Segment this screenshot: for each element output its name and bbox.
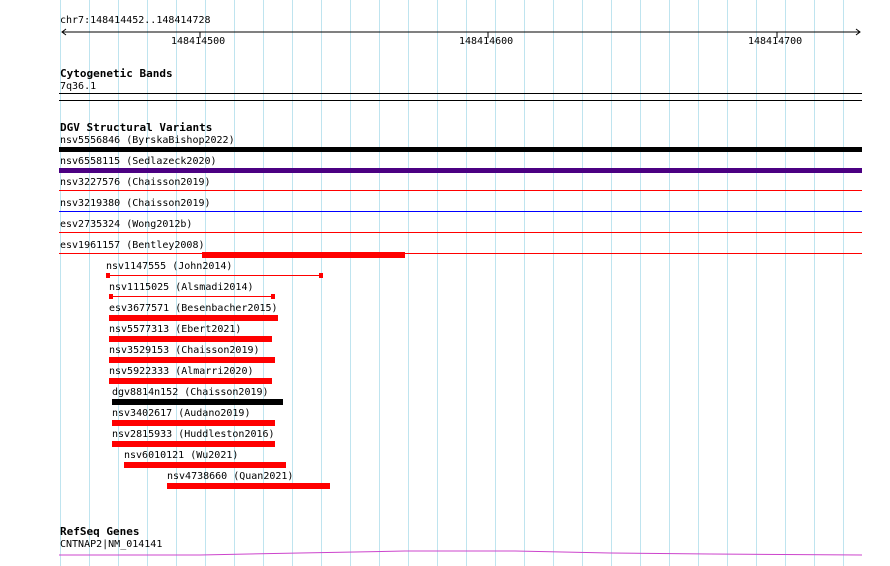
variant-endcap [271, 294, 275, 299]
variant-bar[interactable] [202, 252, 405, 258]
variant-label[interactable]: esv1961157 (Bentley2008) [60, 240, 205, 251]
variant-bar[interactable] [59, 190, 862, 191]
track-divider [59, 100, 862, 101]
variant-label[interactable]: nsv3529153 (Chaisson2019) [109, 345, 260, 356]
variant-label[interactable]: dgv8814n152 (Chaisson2019) [112, 387, 269, 398]
variant-bar[interactable] [167, 483, 330, 489]
ruler-tick-label: 148414500 [171, 36, 226, 47]
refseq-track-title[interactable]: RefSeq Genes [60, 526, 139, 537]
variant-label[interactable]: nsv5556846 (ByrskaBishop2022) [60, 135, 235, 146]
variant-label[interactable]: nsv2815933 (Huddleston2016) [112, 429, 275, 440]
variant-endcap [106, 273, 110, 278]
variant-label[interactable]: nsv6010121 (Wu2021) [124, 450, 238, 461]
cytoband-bar[interactable] [59, 93, 862, 94]
variant-label[interactable]: nsv3219380 (Chaisson2019) [60, 198, 211, 209]
variant-label[interactable]: nsv1147555 (John2014) [106, 261, 232, 272]
variant-bar[interactable] [109, 315, 278, 321]
ruler-tick-label: 148414600 [459, 36, 514, 47]
variant-label[interactable]: nsv5577313 (Ebert2021) [109, 324, 241, 335]
locus-label: chr7:148414452..148414728 [60, 15, 211, 26]
variant-bar[interactable] [59, 211, 862, 212]
variant-endcap [109, 294, 113, 299]
variant-label[interactable]: esv2735324 (Wong2012b) [60, 219, 192, 230]
ruler-tick-label: 148414700 [748, 36, 803, 47]
variant-label[interactable]: nsv3402617 (Audano2019) [112, 408, 250, 419]
dgv-track-title[interactable]: DGV Structural Variants [60, 122, 212, 133]
variant-bar[interactable] [124, 462, 286, 468]
variant-label[interactable]: nsv6558115 (Sedlazeck2020) [60, 156, 217, 167]
variant-bar[interactable] [112, 399, 283, 405]
variant-endcap [319, 273, 323, 278]
cytoband-track-title[interactable]: Cytogenetic Bands [60, 68, 173, 79]
variant-bar[interactable] [109, 357, 275, 363]
cytoband-label: 7q36.1 [60, 81, 97, 92]
variant-label[interactable]: nsv5922333 (Almarri2020) [109, 366, 254, 377]
variant-bar[interactable] [109, 378, 272, 384]
variant-bar[interactable] [109, 336, 272, 342]
variant-label[interactable]: nsv4738660 (Quan2021) [167, 471, 293, 482]
variant-bar[interactable] [112, 420, 275, 426]
variant-bar[interactable] [112, 441, 275, 447]
variant-label[interactable]: nsv1115025 (Alsmadi2014) [109, 282, 254, 293]
variant-bar[interactable] [59, 168, 862, 173]
variant-label[interactable]: esv3677571 (Besenbacher2015) [109, 303, 278, 314]
variant-bar[interactable] [59, 253, 862, 254]
variant-label[interactable]: nsv3227576 (Chaisson2019) [60, 177, 211, 188]
variant-bar[interactable] [106, 275, 323, 276]
variant-bar[interactable] [59, 147, 862, 152]
refseq-gene-feature[interactable] [0, 546, 890, 560]
variant-bar[interactable] [59, 232, 862, 233]
variant-bar[interactable] [109, 296, 275, 297]
